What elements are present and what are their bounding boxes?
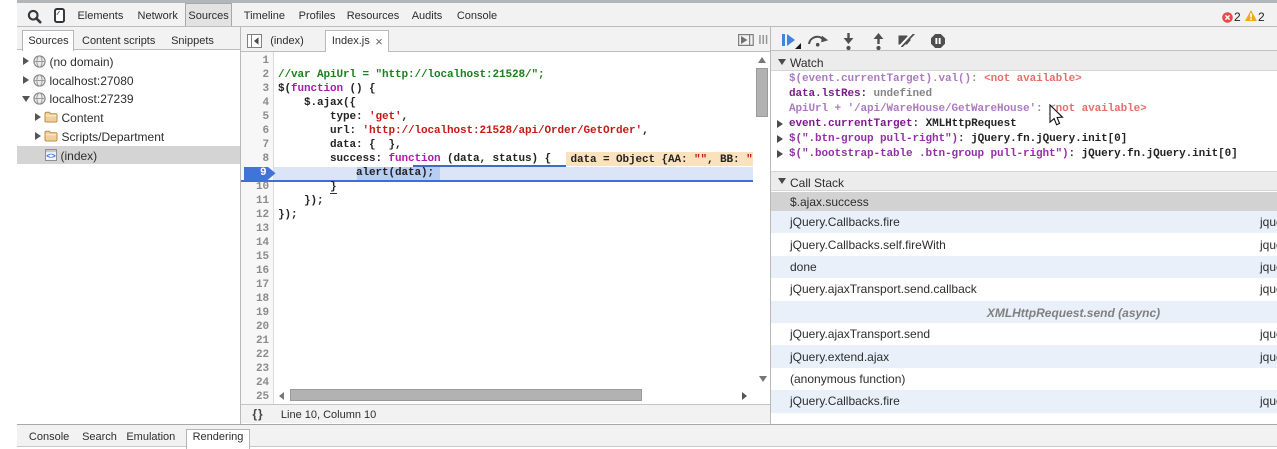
svg-text:<>: <> xyxy=(46,152,56,161)
